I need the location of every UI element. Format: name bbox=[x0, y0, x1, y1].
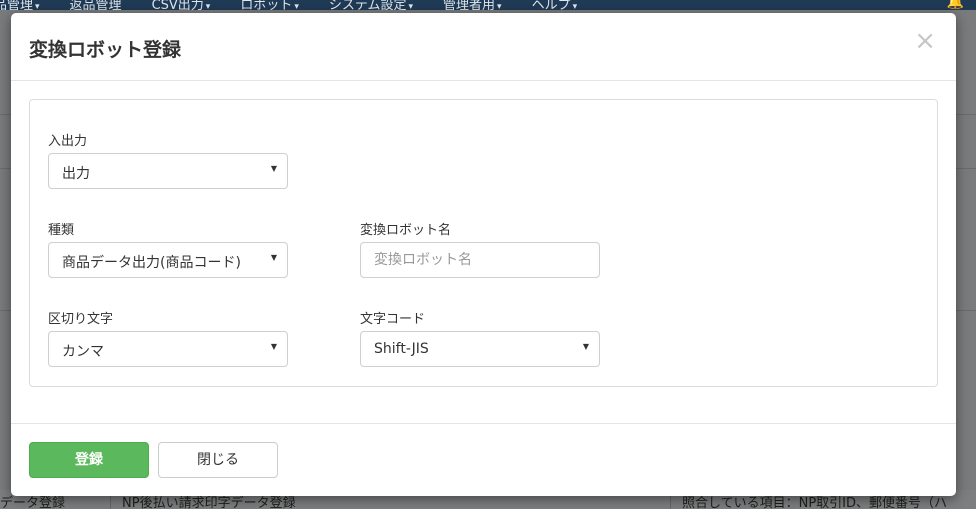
nav-item-help[interactable]: ヘルプ ▾ bbox=[532, 0, 578, 10]
dropdown-arrow-icon: ▼ bbox=[582, 342, 589, 351]
modal-header: 変換ロボット登録 × bbox=[11, 13, 956, 81]
caret-down-icon: ▾ bbox=[497, 1, 502, 11]
caret-down-icon: ▾ bbox=[294, 1, 299, 11]
io-select-value: 出力 bbox=[62, 166, 90, 182]
nav-item-returns[interactable]: 返品管理 bbox=[70, 0, 122, 10]
robot-name-input[interactable] bbox=[360, 242, 600, 278]
nav-item-product-management[interactable]: 品管理 ▾ bbox=[0, 0, 40, 10]
close-icon[interactable]: × bbox=[914, 28, 936, 54]
delimiter-select[interactable]: カンマ ▼ bbox=[48, 331, 288, 367]
nav-item-system-settings[interactable]: システム設定 ▾ bbox=[329, 0, 413, 10]
dropdown-arrow-icon: ▼ bbox=[270, 253, 277, 262]
dropdown-arrow-icon: ▼ bbox=[270, 342, 277, 351]
kind-select[interactable]: 商品データ出力(商品コード) ▼ bbox=[48, 242, 288, 278]
encoding-select[interactable]: Shift-JIS ▼ bbox=[360, 331, 600, 367]
delimiter-label: 区切り文字 bbox=[48, 312, 114, 327]
encoding-select-value: Shift-JIS bbox=[374, 341, 429, 357]
dropdown-arrow-icon: ▼ bbox=[270, 164, 277, 173]
caret-down-icon: ▾ bbox=[572, 1, 578, 11]
form-panel: 入出力 出力 ▼ 種類 商品データ出力(商品コード) ▼ 変換ロボット名 区切り… bbox=[29, 99, 938, 387]
delimiter-select-value: カンマ bbox=[62, 344, 104, 360]
nav-item-admin[interactable]: 管理者用 ▾ bbox=[443, 0, 502, 10]
encoding-label: 文字コード bbox=[360, 312, 426, 327]
caret-down-icon: ▾ bbox=[35, 1, 40, 11]
nav-menu: 品管理 ▾ 返品管理 CSV出力 ▾ ロボット ▾ システム設定 ▾ 管理者用 ▾ ヘルプ… bbox=[0, 0, 607, 10]
io-select[interactable]: 出力 ▼ bbox=[48, 153, 288, 189]
kind-select-value: 商品データ出力(商品コード) bbox=[62, 255, 241, 271]
notification-bell-icon[interactable]: 🔔 bbox=[947, 0, 964, 10]
nav-item-csv-export[interactable]: CSV出力 ▾ bbox=[152, 0, 211, 10]
caret-down-icon: ▾ bbox=[408, 1, 414, 11]
io-label: 入出力 bbox=[48, 134, 88, 149]
caret-down-icon: ▾ bbox=[205, 1, 211, 11]
modal-title: 変換ロボット登録 bbox=[29, 39, 182, 61]
nav-item-robot[interactable]: ロボット ▾ bbox=[240, 0, 299, 10]
close-button[interactable]: 閉じる bbox=[158, 442, 278, 478]
robot-register-modal: 変換ロボット登録 × 入出力 出力 ▼ 種類 商品データ出力(商品コード) ▼ … bbox=[11, 13, 956, 496]
register-button[interactable]: 登録 bbox=[29, 442, 149, 478]
robot-name-label: 変換ロボット名 bbox=[360, 223, 452, 238]
modal-footer: 登録 閉じる bbox=[11, 423, 956, 496]
top-navbar: 品管理 ▾ 返品管理 CSV出力 ▾ ロボット ▾ システム設定 ▾ 管理者用 ▾ ヘルプ… bbox=[0, 0, 976, 10]
kind-label: 種類 bbox=[48, 223, 75, 238]
